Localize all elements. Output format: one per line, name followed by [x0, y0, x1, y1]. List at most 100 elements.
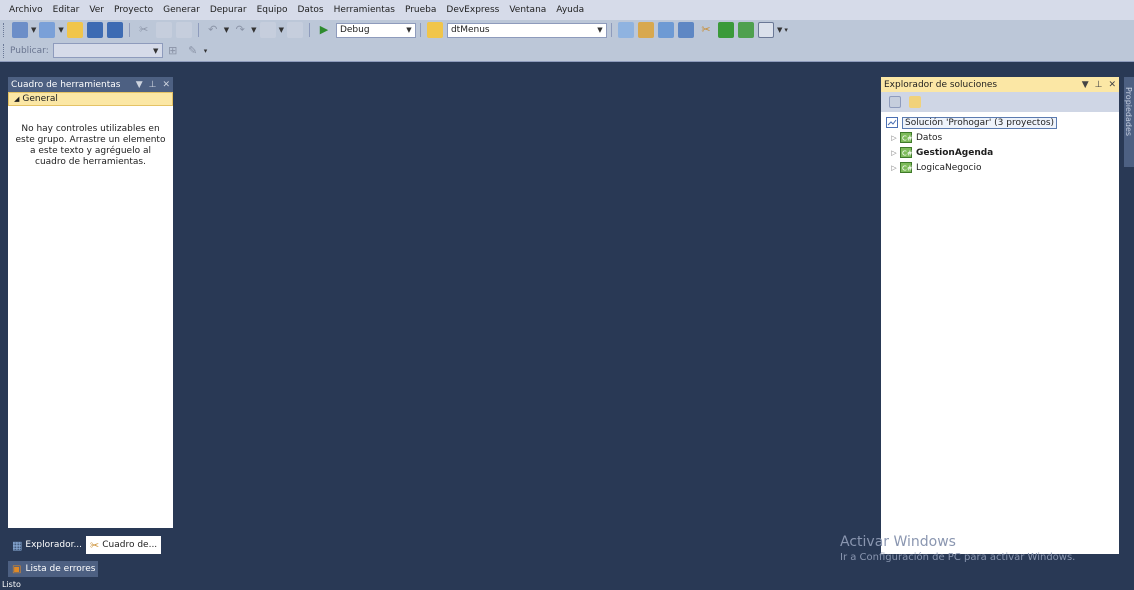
tab-explorer[interactable]: ▦ Explorador...	[8, 536, 86, 554]
chevron-down-icon[interactable]: ▼	[31, 26, 36, 34]
menu-proyecto[interactable]: Proyecto	[109, 0, 158, 20]
publish-settings-icon[interactable]: ✎	[185, 43, 201, 59]
menu-datos[interactable]: Datos	[292, 0, 328, 20]
cut-icon[interactable]: ✂	[136, 22, 152, 38]
navigate-back-icon[interactable]	[259, 22, 276, 38]
properties-side-tab[interactable]: Propiedades	[1124, 77, 1134, 167]
tab-toolbox[interactable]: ✂ Cuadro de...	[86, 536, 162, 554]
chevron-down-icon[interactable]: ▼	[224, 26, 229, 34]
object-browser-icon[interactable]	[677, 22, 694, 38]
left-panel-tabs: ▦ Explorador... ✂ Cuadro de...	[8, 536, 173, 554]
data-sources-icon[interactable]	[737, 22, 754, 38]
watermark-title: Activar Windows	[840, 534, 956, 550]
project-label: GestionAgenda	[916, 147, 994, 158]
toolbox-empty-message: No hay controles utilizables en este gru…	[15, 124, 166, 167]
menu-herramientas[interactable]: Herramientas	[329, 0, 400, 20]
project-node-gestionagenda[interactable]: ▷ C# GestionAgenda	[881, 145, 1119, 160]
solution-tree: Solución 'Prohogar' (3 proyectos) ▷ C# D…	[881, 112, 1119, 554]
expand-triangle-icon[interactable]: ▷	[889, 149, 899, 157]
tab-error-list[interactable]: ▣ Lista de errores	[8, 561, 98, 577]
toolbar-options-icon[interactable]: ▾	[784, 26, 788, 34]
status-text: Listo	[2, 580, 21, 589]
toolbar-separator	[128, 23, 130, 37]
extension-manager-icon[interactable]	[717, 22, 734, 38]
menu-generar[interactable]: Generar	[158, 0, 205, 20]
solution-node[interactable]: Solución 'Prohogar' (3 proyectos)	[881, 115, 1119, 130]
open-folder-icon[interactable]	[66, 22, 83, 38]
csharp-project-icon: C#	[899, 162, 913, 174]
solution-explorer-header: Explorador de soluciones ▼ ⊥ ✕	[881, 77, 1119, 92]
properties-tab-label: Propiedades	[1124, 87, 1133, 137]
new-project-icon[interactable]	[12, 22, 28, 38]
configuration-value: Debug	[339, 25, 370, 35]
expand-triangle-icon[interactable]: ▷	[889, 164, 899, 172]
menu-devexpress[interactable]: DevExpress	[441, 0, 504, 20]
undo-icon[interactable]: ↶	[205, 22, 221, 38]
start-debug-icon[interactable]: ▶	[316, 22, 332, 38]
menu-archivo[interactable]: Archivo	[4, 0, 48, 20]
toolbox-icon: ✂	[90, 538, 100, 552]
project-node-datos[interactable]: ▷ C# Datos	[881, 130, 1119, 145]
startup-project-icon[interactable]	[426, 22, 443, 38]
publish-toolbar: Publicar: ▼ ⊞ ✎ ▾	[0, 40, 1134, 62]
menu-ayuda[interactable]: Ayuda	[551, 0, 589, 20]
chevron-down-icon[interactable]: ▼	[777, 26, 782, 34]
toolbar-separator	[197, 23, 199, 37]
chevron-down-icon[interactable]: ▼	[403, 24, 415, 37]
chevron-down-icon[interactable]: ▼	[150, 44, 162, 57]
svg-text:C#: C#	[902, 165, 912, 173]
paste-icon[interactable]	[175, 22, 192, 38]
menu-prueba[interactable]: Prueba	[400, 0, 441, 20]
copy-icon[interactable]	[155, 22, 172, 38]
solution-label: Solución 'Prohogar' (3 proyectos)	[902, 116, 1058, 129]
project-node-logicanegocio[interactable]: ▷ C# LogicaNegocio	[881, 160, 1119, 175]
close-icon[interactable]: ✕	[1108, 80, 1116, 90]
server-explorer-icon: ▦	[12, 538, 23, 552]
menu-ventana[interactable]: Ventana	[504, 0, 551, 20]
add-item-icon[interactable]	[39, 22, 56, 38]
toolbar-grip[interactable]	[3, 43, 6, 58]
standard-toolbar: ▼ ▼ ✂ ↶ ▼ ↷ ▼ ▼ ▶ Debug ▼ dtMenus ▼ ✂ ▼ …	[0, 20, 1134, 40]
close-icon[interactable]: ✕	[162, 80, 170, 90]
tab-error-list-label: Lista de errores	[25, 564, 96, 574]
find-icon[interactable]	[617, 22, 634, 38]
toolbox-icon[interactable]: ✂	[698, 22, 714, 38]
toolbox-group-general[interactable]: ◢ General	[8, 92, 173, 106]
chevron-down-icon[interactable]: ▼	[251, 26, 256, 34]
toolbar-separator	[610, 23, 612, 37]
command-window-icon[interactable]	[757, 22, 774, 38]
solution-explorer-icon[interactable]	[637, 22, 654, 38]
solution-icon	[885, 117, 899, 129]
publish-select[interactable]: ▼	[52, 43, 163, 58]
menu-editar[interactable]: Editar	[48, 0, 85, 20]
project-label: Datos	[916, 132, 943, 143]
chevron-down-icon[interactable]: ▼	[136, 80, 143, 90]
chevron-down-icon[interactable]: ▼	[279, 26, 284, 34]
toolbox-header: Cuadro de herramientas ▼ ⊥ ✕	[8, 77, 173, 92]
chevron-down-icon[interactable]: ▼	[594, 24, 606, 37]
error-list-icon: ▣	[12, 563, 22, 575]
chevron-down-icon[interactable]: ▼	[58, 26, 63, 34]
show-all-files-icon[interactable]	[909, 96, 921, 108]
publish-web-icon[interactable]: ⊞	[165, 43, 181, 59]
toolbox-group-label: General	[22, 94, 58, 104]
save-icon[interactable]	[86, 22, 103, 38]
csharp-project-icon: C#	[899, 132, 913, 144]
toolbar-options-icon[interactable]: ▾	[204, 47, 208, 55]
target-select[interactable]: dtMenus ▼	[446, 22, 607, 38]
pin-icon[interactable]: ⊥	[149, 80, 157, 90]
pin-icon[interactable]: ⊥	[1095, 80, 1103, 90]
navigate-forward-icon[interactable]	[286, 22, 303, 38]
chevron-down-icon[interactable]: ▼	[1082, 80, 1089, 90]
menu-ver[interactable]: Ver	[84, 0, 109, 20]
toolbar-grip[interactable]	[3, 23, 6, 37]
properties-icon[interactable]	[657, 22, 674, 38]
menu-depurar[interactable]: Depurar	[205, 0, 252, 20]
properties-icon[interactable]	[889, 96, 901, 108]
publish-label: Publicar:	[10, 45, 49, 56]
configuration-select[interactable]: Debug ▼	[335, 22, 416, 38]
menu-equipo[interactable]: Equipo	[252, 0, 293, 20]
redo-icon[interactable]: ↷	[232, 22, 248, 38]
expand-triangle-icon[interactable]: ▷	[889, 134, 899, 142]
save-all-icon[interactable]	[106, 22, 123, 38]
